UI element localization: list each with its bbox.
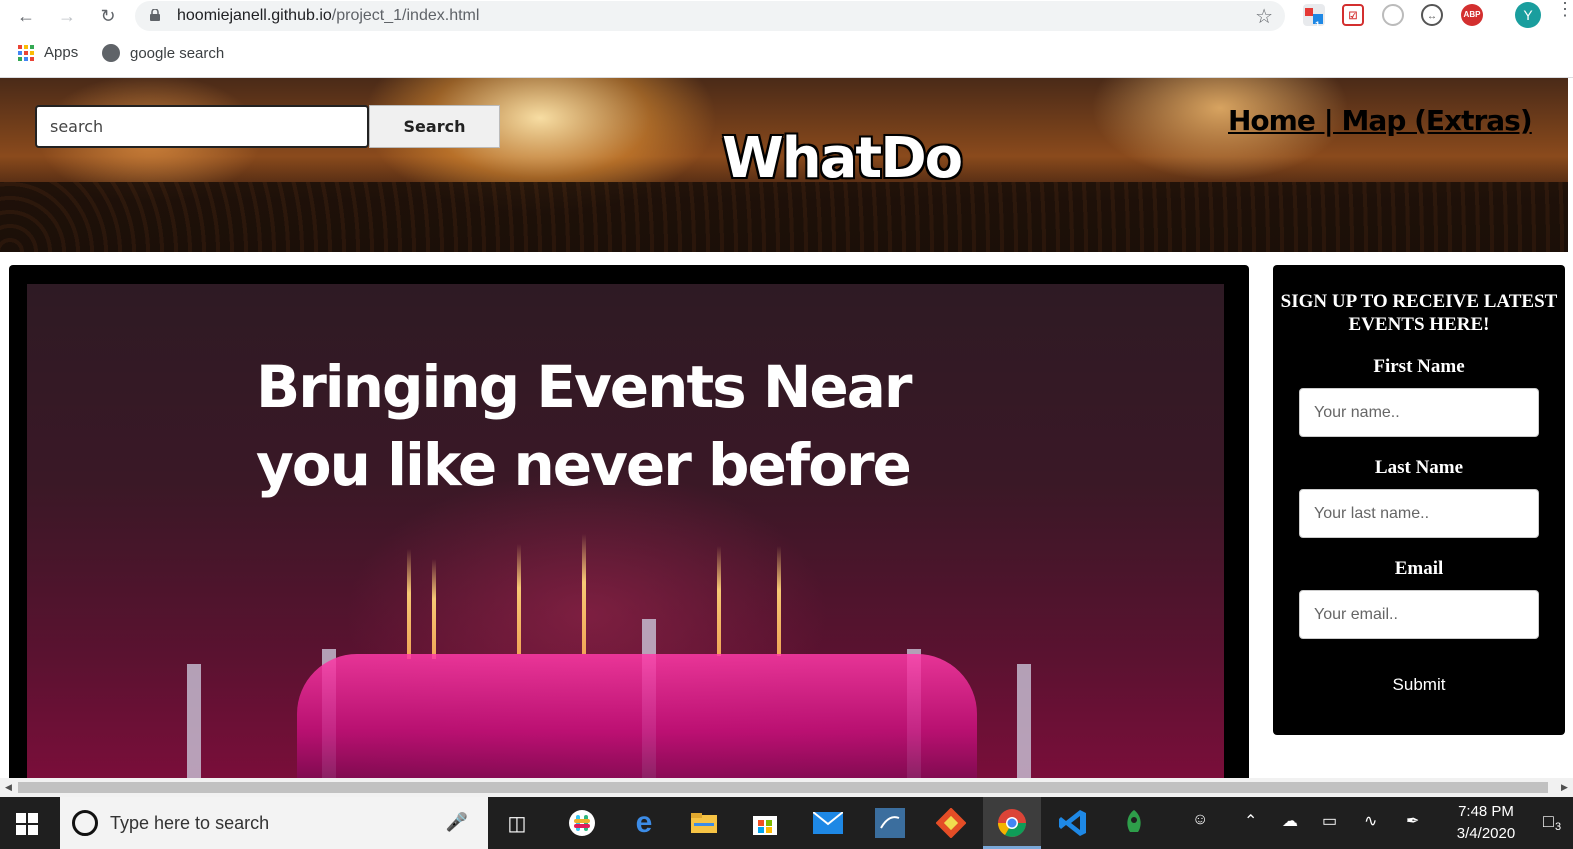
file-explorer-icon[interactable] xyxy=(686,805,722,841)
horizontal-scrollbar[interactable]: ◀ ▶ xyxy=(0,778,1573,797)
cortana-icon xyxy=(72,810,98,836)
notifications-icon[interactable]: □ 3 xyxy=(1543,811,1561,833)
extension-badge: 1 xyxy=(1315,20,1321,30)
people-icon[interactable]: ☺ xyxy=(1192,811,1208,829)
header-banner: Search WhatDo Home | Map (Extras) xyxy=(0,78,1568,252)
stage-tower xyxy=(1017,664,1031,779)
edge-browser-icon[interactable]: e xyxy=(626,805,662,841)
scroll-right-icon[interactable]: ▶ xyxy=(1561,782,1568,793)
first-name-field[interactable] xyxy=(1299,388,1539,437)
stage-tower xyxy=(187,664,201,779)
crowd-background xyxy=(0,182,1568,252)
onedrive-icon[interactable]: ☁ xyxy=(1282,811,1298,831)
wifi-icon[interactable]: ∿ xyxy=(1364,811,1377,831)
nav-links[interactable]: Home | Map (Extras) xyxy=(1228,104,1533,137)
url-host: hoomiejanell.github.io xyxy=(177,7,332,24)
lock-icon xyxy=(150,9,160,21)
taskbar-search[interactable]: Type here to search 🎤 xyxy=(60,797,488,849)
search-button[interactable]: Search xyxy=(369,105,500,148)
url-text: hoomiejanell.github.io/project_1/index.h… xyxy=(177,7,479,25)
profile-avatar[interactable]: Y xyxy=(1515,2,1541,28)
robo3t-icon[interactable] xyxy=(1116,805,1152,841)
email-label: Email xyxy=(1394,558,1444,579)
scrollbar-thumb[interactable] xyxy=(18,782,1548,793)
apps-grid-icon xyxy=(18,44,34,61)
bookmark-star-icon[interactable]: ☆ xyxy=(1255,4,1273,29)
code-extension-icon[interactable]: ↔ xyxy=(1421,4,1443,26)
git-kraken-icon[interactable] xyxy=(933,805,969,841)
signup-panel: SIGN UP TO RECEIVE LATEST EVENTS HERE! F… xyxy=(1273,265,1565,735)
firework-spark xyxy=(432,559,436,659)
search-input[interactable] xyxy=(35,105,369,148)
camera-extension-icon[interactable] xyxy=(1382,4,1404,26)
firework-spark xyxy=(717,546,721,656)
mysql-workbench-icon[interactable] xyxy=(872,805,908,841)
extension-puzzle-icon[interactable]: 1 xyxy=(1303,4,1325,30)
kebab-menu-icon[interactable]: ⋮ xyxy=(1556,0,1573,18)
pen-icon[interactable]: ✒ xyxy=(1406,811,1419,831)
chrome-icon[interactable] xyxy=(994,805,1030,841)
firework-spark xyxy=(777,546,781,656)
pocket-extension-icon[interactable]: ☑ xyxy=(1342,4,1364,26)
url-path: /project_1/index.html xyxy=(331,7,480,24)
first-name-label: First Name xyxy=(1373,356,1465,377)
browser-toolbar: ← → ↻ hoomiejanell.github.io/project_1/i… xyxy=(0,0,1573,78)
adblock-plus-icon[interactable]: ABP xyxy=(1461,4,1483,26)
forward-icon[interactable]: → xyxy=(55,4,79,28)
submit-button[interactable]: Submit xyxy=(1369,671,1469,699)
slack-icon[interactable] xyxy=(564,805,600,841)
hero-title: Bringing Events Near you like never befo… xyxy=(256,353,913,499)
bookmark-apps[interactable]: Apps xyxy=(18,44,78,61)
last-name-field[interactable] xyxy=(1299,489,1539,538)
show-hidden-icons-chevron-icon[interactable]: ⌃ xyxy=(1244,811,1257,831)
bookmark-label: Apps xyxy=(44,44,79,61)
hero-image: Bringing Events Near you like never befo… xyxy=(27,284,1224,779)
system-clock[interactable]: 7:48 PM 3/4/2020 xyxy=(1453,801,1519,845)
windows-start-icon[interactable] xyxy=(16,813,38,835)
mail-icon[interactable] xyxy=(810,805,846,841)
clock-date: 3/4/2020 xyxy=(1456,825,1516,842)
clock-time: 7:48 PM xyxy=(1458,803,1514,820)
battery-icon[interactable]: ▭ xyxy=(1322,811,1337,831)
firework-spark xyxy=(582,534,586,654)
globe-icon xyxy=(102,44,120,62)
signup-title: SIGN UP TO RECEIVE LATEST EVENTS HERE! xyxy=(1280,291,1558,335)
scroll-left-icon[interactable]: ◀ xyxy=(5,782,12,793)
firework-spark xyxy=(407,549,411,659)
site-logo: WhatDo xyxy=(722,126,963,191)
top-nav: Home | Map (Extras) xyxy=(1228,104,1533,137)
task-view-icon[interactable]: ◫ xyxy=(499,805,535,841)
email-field[interactable] xyxy=(1299,590,1539,639)
windows-taskbar: Type here to search 🎤 ◫ e ☺ ⌃ ☁ ▭ ∿ ✒ 7:… xyxy=(0,797,1573,849)
last-name-label: Last Name xyxy=(1374,457,1464,478)
firework-spark xyxy=(517,544,521,654)
taskbar-search-text: Type here to search xyxy=(110,813,270,833)
stage-structure xyxy=(297,654,977,779)
notification-count: 3 xyxy=(1555,821,1562,833)
reload-icon[interactable]: ↻ xyxy=(96,4,120,28)
microsoft-store-icon[interactable] xyxy=(747,805,783,841)
microphone-icon[interactable]: 🎤 xyxy=(446,812,468,833)
vscode-icon[interactable] xyxy=(1055,805,1091,841)
address-bar[interactable]: hoomiejanell.github.io/project_1/index.h… xyxy=(135,1,1285,31)
back-icon[interactable]: ← xyxy=(14,4,38,28)
bookmark-google-search[interactable]: google search xyxy=(102,44,224,62)
bookmark-label: google search xyxy=(130,44,225,62)
